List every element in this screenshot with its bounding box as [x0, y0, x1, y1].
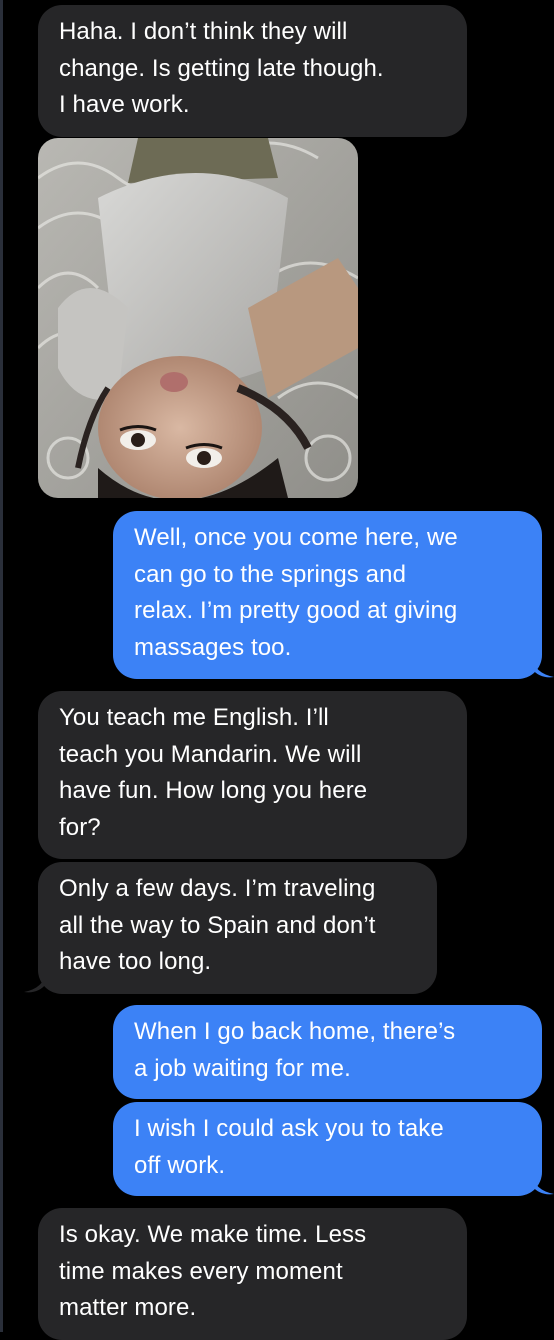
incoming-message-bubble[interactable]: Is okay. We make time. Less time makes e… [38, 1208, 467, 1340]
selfie-photo-icon [38, 138, 358, 498]
outgoing-bubble-tail [532, 657, 554, 678]
photo-message[interactable] [38, 138, 358, 498]
incoming-bubble-tail [24, 972, 46, 993]
outgoing-message-bubble[interactable]: Well, once you come here, we can go to t… [113, 511, 542, 679]
outgoing-message-bubble[interactable]: I wish I could ask you to take off work. [113, 1102, 542, 1196]
incoming-message-bubble[interactable]: You teach me English. I’ll teach you Man… [38, 691, 467, 859]
incoming-message-bubble[interactable]: Only a few days. I’m traveling all the w… [38, 862, 437, 994]
outgoing-message-bubble[interactable]: When I go back home, there’s a job waiti… [113, 1005, 542, 1099]
outgoing-bubble-tail [532, 1174, 554, 1195]
window-edge [0, 0, 3, 1332]
incoming-message-bubble[interactable]: Haha. I don’t think they will change. Is… [38, 5, 467, 137]
